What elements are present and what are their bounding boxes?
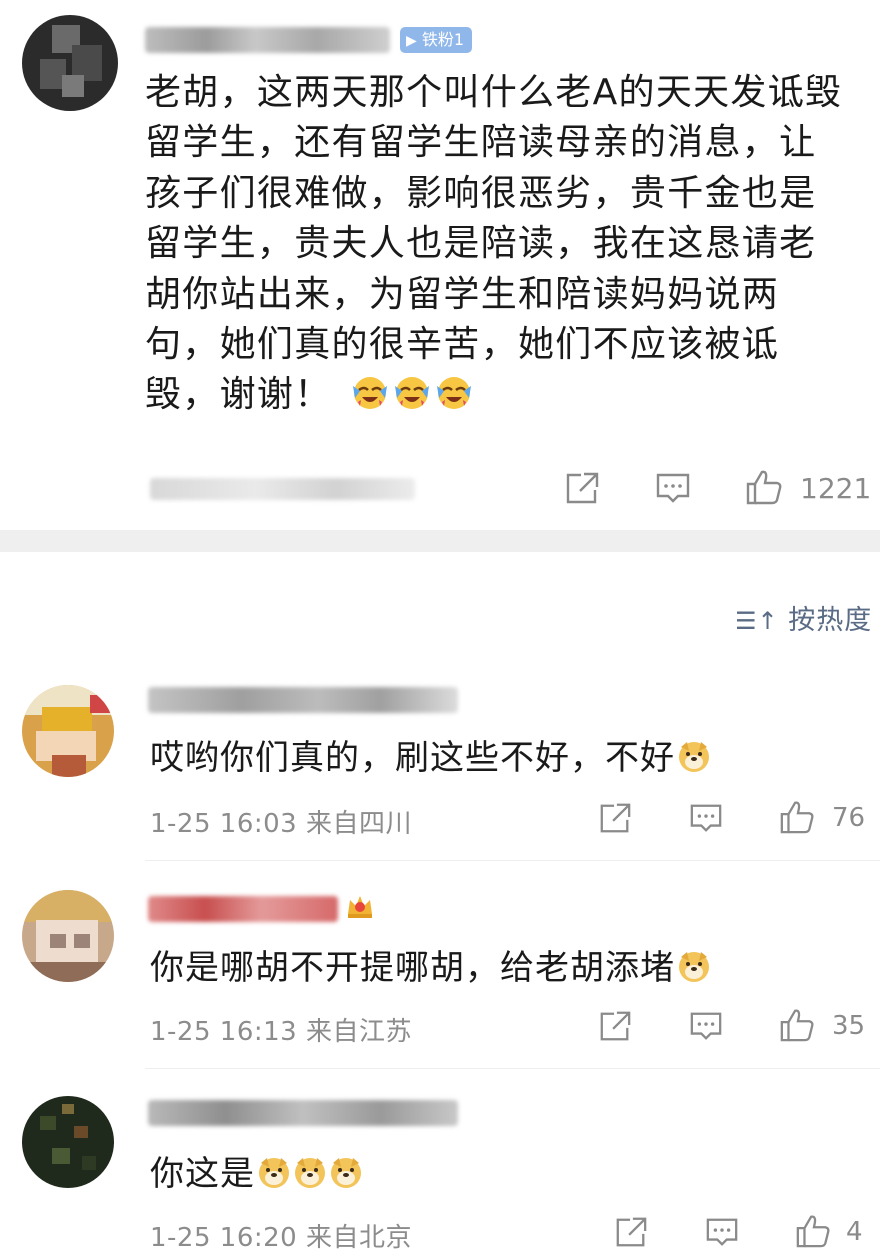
- reply-text: 哎哟你们真的，刷这些不好，不好: [150, 730, 711, 779]
- avatar[interactable]: [22, 685, 114, 777]
- fan-badge-icon: ▶: [406, 33, 417, 49]
- section-divider: [0, 530, 880, 552]
- avatar[interactable]: [22, 890, 114, 982]
- reply-text: 你是哪胡不开提哪胡，给老胡添堵: [150, 940, 711, 989]
- username-blurred[interactable]: [145, 27, 390, 53]
- reply-location: 来自北京: [305, 1223, 412, 1253]
- like-icon[interactable]: [744, 468, 784, 506]
- reply-meta: 1-25 16:20 来自北京: [150, 1217, 412, 1254]
- like-icon[interactable]: [794, 1213, 832, 1249]
- reply-meta: 1-25 16:13 来自江苏: [150, 1011, 412, 1048]
- like-count: 1221: [800, 472, 872, 505]
- comment-icon[interactable]: [688, 1009, 724, 1043]
- doge-emoji: [295, 1158, 325, 1188]
- fan-badge-label: 铁粉1: [421, 30, 465, 49]
- reply-time: 1-25 16:13: [150, 1017, 298, 1047]
- doge-emoji: [679, 742, 709, 772]
- like-count: 4: [846, 1217, 863, 1247]
- share-icon[interactable]: [613, 1215, 649, 1249]
- comment-icon[interactable]: [654, 470, 692, 506]
- laugh-cry-emoji: [437, 377, 472, 410]
- post-meta-blurred: [150, 478, 415, 500]
- post-text: 老胡，这两天那个叫什么老A的天天发诋毁留学生，还有留学生陪读母亲的消息，让孩子们…: [145, 72, 843, 416]
- laugh-cry-emoji: [395, 377, 430, 410]
- emoji-row: [338, 374, 477, 415]
- comment-icon[interactable]: [704, 1215, 740, 1249]
- divider: [145, 1068, 880, 1069]
- doge-emoji: [679, 952, 709, 982]
- reply-time: 1-25 16:03: [150, 809, 298, 839]
- like-count: 35: [832, 1011, 866, 1041]
- share-icon[interactable]: [563, 470, 601, 506]
- divider: [145, 860, 880, 861]
- avatar[interactable]: [22, 15, 118, 111]
- reply-location: 来自江苏: [305, 1017, 412, 1047]
- sort-button[interactable]: ☰↑ 按热度: [735, 598, 872, 637]
- sort-icon: ☰↑: [735, 607, 779, 635]
- like-count: 76: [832, 803, 866, 833]
- username-blurred[interactable]: [148, 896, 338, 922]
- like-icon[interactable]: [778, 799, 816, 835]
- like-icon[interactable]: [778, 1007, 816, 1043]
- reply-time: 1-25 16:20: [150, 1223, 298, 1253]
- avatar[interactable]: [22, 1096, 114, 1188]
- laugh-cry-emoji: [353, 377, 388, 410]
- doge-emoji: [331, 1158, 361, 1188]
- doge-emoji: [259, 1158, 289, 1188]
- username-blurred[interactable]: [148, 687, 458, 713]
- fan-badge[interactable]: ▶ 铁粉1: [400, 27, 473, 53]
- comment-icon[interactable]: [688, 801, 724, 835]
- username-blurred[interactable]: [148, 1100, 458, 1126]
- share-icon[interactable]: [597, 1009, 633, 1043]
- reply-text: 你这是: [150, 1146, 363, 1195]
- crown-badge-icon[interactable]: [344, 890, 376, 922]
- reply-location: 来自四川: [305, 809, 412, 839]
- reply-meta: 1-25 16:03 来自四川: [150, 803, 412, 840]
- share-icon[interactable]: [597, 801, 633, 835]
- sort-label: 按热度: [788, 605, 873, 636]
